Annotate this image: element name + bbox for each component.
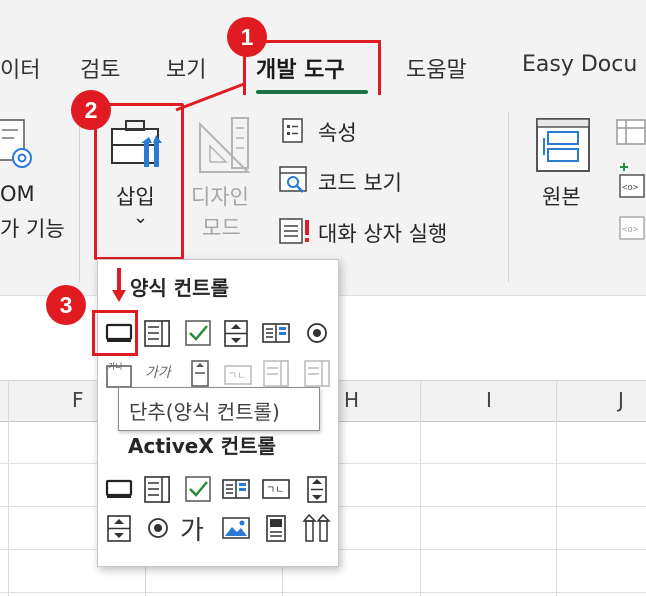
toolbox-icon[interactable] (108, 117, 174, 173)
form-scroll-bar-icon[interactable] (186, 358, 216, 388)
view-code-label[interactable]: 코드 보기 (318, 167, 402, 197)
tab-review[interactable]: 검토 (80, 52, 120, 84)
com-addins-label-1: OM (0, 182, 35, 206)
view-code-icon[interactable] (278, 165, 310, 195)
activex-list-box-icon[interactable] (221, 474, 251, 504)
design-mode-label-1[interactable]: 디자인 (191, 181, 249, 211)
activex-spin-button-icon[interactable] (104, 513, 134, 543)
svg-text:ㄱㄴ: ㄱㄴ (228, 371, 246, 382)
activex-image-icon[interactable] (221, 513, 251, 543)
activex-text-box-icon[interactable]: ㄱㄴ (261, 474, 291, 504)
activex-more-controls-icon[interactable] (302, 513, 332, 543)
annotation-badge-3: 3 (46, 285, 86, 325)
form-group-box-icon[interactable]: 가나 (104, 360, 134, 390)
svg-text:<o>: <o> (622, 183, 639, 193)
form-option-button-icon[interactable] (302, 318, 332, 348)
column-f-header[interactable]: F (72, 388, 84, 412)
tab-data[interactable]: 이터 (0, 52, 40, 84)
com-addins-icon[interactable] (0, 118, 40, 176)
form-combo-box-icon[interactable] (142, 318, 172, 348)
grid-line (0, 592, 646, 593)
form-spin-button-icon[interactable] (221, 318, 251, 348)
grid-line (420, 380, 421, 596)
svg-text:가나: 가나 (108, 362, 123, 371)
annotation-connector-line (175, 82, 245, 112)
properties-icon[interactable] (280, 117, 306, 145)
source-label[interactable]: 원본 (542, 181, 581, 211)
ribbon-separator (508, 112, 509, 282)
activex-command-button-icon[interactable] (104, 474, 134, 504)
form-label-control[interactable]: 가가 (145, 362, 171, 382)
form-combo-list-icon (263, 360, 289, 387)
activex-checkbox-icon[interactable] (183, 474, 213, 504)
svg-text:ㄱㄴ: ㄱㄴ (266, 485, 284, 496)
annotation-box-button-control (92, 310, 138, 356)
activex-controls-heading: ActiveX 컨트롤 (128, 434, 276, 458)
activex-scroll-bar-icon[interactable] (302, 474, 332, 504)
activex-combo-box-icon[interactable] (142, 474, 172, 504)
form-text-field-icon: ㄱㄴ (224, 365, 252, 385)
chevron-down-icon[interactable]: ⌄ (133, 207, 148, 228)
ribbon-separator (79, 112, 80, 282)
column-h-header[interactable]: H (344, 388, 359, 412)
run-dialog-label[interactable]: 대화 상자 실행 (318, 218, 447, 248)
xml-source-icon[interactable] (534, 116, 594, 174)
grid-line (556, 380, 557, 596)
com-addins-label-2: 가 기능 (0, 217, 65, 241)
xml-map-icons[interactable]: <o> <o> (614, 117, 646, 249)
button-control-tooltip: 단추(양식 컨트롤) (118, 387, 320, 431)
activex-label-control[interactable]: 가 (180, 510, 204, 547)
activex-option-button-icon[interactable] (143, 513, 173, 543)
annotation-badge-1: 1 (227, 17, 267, 57)
grid-line (8, 380, 9, 596)
run-dialog-icon[interactable] (278, 216, 312, 246)
form-list-box-icon[interactable] (261, 318, 291, 348)
design-mode-label-2[interactable]: 모드 (202, 212, 241, 242)
annotation-box-developer-tab (243, 40, 381, 102)
tab-help[interactable]: 도움말 (406, 52, 467, 84)
form-controls-heading: 양식 컨트롤 (130, 276, 229, 300)
column-i-header[interactable]: I (486, 388, 492, 412)
properties-label[interactable]: 속성 (318, 117, 357, 147)
form-combo-dropdown-icon (304, 360, 330, 387)
column-j-header[interactable]: J (618, 388, 624, 412)
annotation-arrow-down-icon (112, 268, 126, 302)
ruler-triangle-icon[interactable] (196, 116, 258, 176)
svg-text:<o>: <o> (622, 225, 639, 235)
annotation-badge-2: 2 (71, 90, 111, 130)
tab-easy-document[interactable]: Easy Docu (522, 52, 637, 77)
form-checkbox-icon[interactable] (183, 318, 213, 348)
activex-toggle-button-icon[interactable] (261, 513, 291, 543)
